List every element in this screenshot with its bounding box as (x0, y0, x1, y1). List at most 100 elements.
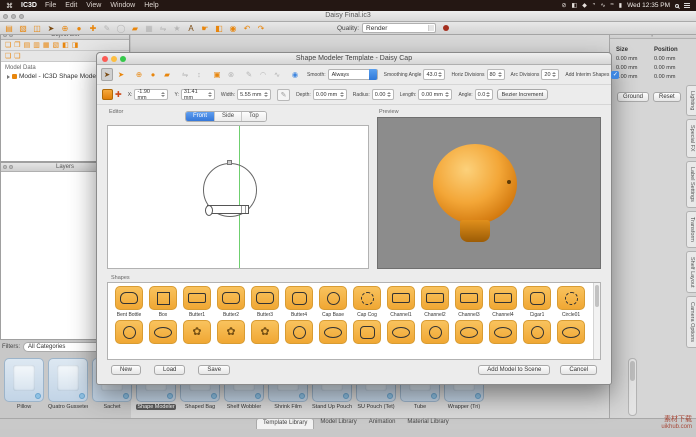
profile-cylinder[interactable] (207, 205, 249, 214)
stepper-icon[interactable] (497, 72, 502, 77)
shape-butter2[interactable]: Butter2 (214, 286, 248, 318)
depth-field[interactable]: 0.00 mm (313, 89, 347, 100)
side-tab[interactable]: Shelf Layout (686, 251, 696, 294)
smooth-point-icon[interactable]: ◉ (289, 68, 301, 81)
shape-channel3[interactable]: Channel3 (452, 286, 486, 318)
view-tab[interactable]: Top (242, 112, 266, 121)
orbit-icon[interactable]: ● (73, 23, 85, 34)
cube-icon[interactable]: ◧ (213, 23, 225, 34)
preview-canvas[interactable] (377, 117, 601, 269)
add-icon[interactable]: ✚ (87, 23, 99, 34)
width-field[interactable]: 5.55 mm (237, 89, 271, 100)
shape-channel2[interactable]: Channel2 (418, 286, 452, 318)
stepper-icon[interactable] (444, 92, 449, 97)
apple-menu-icon[interactable]: ⌘ (6, 2, 13, 10)
select-cursor-icon[interactable]: ➤ (45, 23, 57, 34)
side-tab[interactable]: Lighting (686, 85, 696, 116)
minimize-window-icon[interactable] (11, 14, 16, 19)
shape-item[interactable] (418, 320, 452, 346)
tab-animation[interactable]: Animation (363, 418, 402, 429)
app-status-icon-2[interactable]: ◆ (582, 2, 587, 9)
zoom-icon[interactable]: ⊕ (59, 23, 71, 34)
app-status-icon-1[interactable]: ◧ (572, 2, 578, 9)
shape-butter3[interactable]: Butter3 (248, 286, 282, 318)
tab-model-library[interactable]: Model Library (314, 418, 362, 429)
stepper-icon[interactable] (339, 92, 344, 97)
shape-item[interactable] (350, 320, 384, 346)
new-file-icon[interactable]: ▤ (3, 23, 15, 34)
dialog-minimize-icon[interactable] (111, 56, 117, 62)
camera-icon[interactable]: ◉ (227, 23, 239, 34)
spotlight-icon[interactable] (675, 4, 679, 8)
pen-tool-icon[interactable]: ✎ (243, 68, 255, 81)
palette-tool-icon-1[interactable]: ▤ (24, 41, 31, 49)
length-field[interactable]: 0.00 mm (418, 89, 452, 100)
menu-item[interactable]: Window (110, 2, 135, 9)
smooth-select[interactable]: Always (328, 69, 378, 80)
link-icon[interactable]: ▦ (143, 23, 155, 34)
color-swatch-icon[interactable] (102, 89, 113, 100)
shape-item[interactable] (282, 320, 316, 346)
shape-item[interactable] (554, 320, 588, 346)
shelf-scrollbar[interactable] (628, 358, 637, 416)
palette-collapse-icon[interactable] (9, 165, 13, 169)
menu-item[interactable]: View (86, 2, 101, 9)
bezier-increment-button[interactable]: Bezier Increment (497, 89, 549, 100)
curve-tool-icon[interactable]: ∿ (271, 68, 283, 81)
dialog-titlebar[interactable]: Shape Modeler Template - Daisy Cap (97, 53, 611, 65)
new-button[interactable]: New (111, 365, 141, 375)
battery-icon[interactable]: ▮ (619, 2, 622, 9)
flip-vertical-icon[interactable]: ↕ (193, 68, 205, 81)
x-field[interactable]: -1.90 mm (134, 89, 168, 100)
menu-item[interactable]: File (45, 2, 56, 9)
pen-icon[interactable]: ✎ (101, 23, 113, 34)
palette-close-icon[interactable] (3, 165, 7, 169)
smoothing-angle-field[interactable]: 43.0 (423, 69, 445, 80)
dialog-zoom-icon[interactable] (120, 56, 126, 62)
cancel-button[interactable]: Cancel (560, 365, 597, 375)
stepper-icon[interactable] (551, 72, 556, 77)
shape-item[interactable] (248, 320, 282, 346)
shape-butter1[interactable]: Butter1 (180, 286, 214, 318)
side-tab[interactable]: Label Settings (686, 161, 696, 208)
shape-butter4[interactable]: Butter4 (282, 286, 316, 318)
shape-cap-base[interactable]: Cap Base (316, 286, 350, 318)
stepper-icon[interactable] (160, 92, 165, 97)
star-icon[interactable]: ★ (171, 23, 183, 34)
add-model-to-scene-button[interactable]: Add Model to Scene (478, 365, 550, 375)
reset-button[interactable]: Reset (653, 92, 681, 102)
palette-tool-icon-2[interactable]: ▥ (33, 41, 40, 49)
menu-item[interactable]: Edit (65, 2, 77, 9)
time-machine-icon[interactable]: ◔ (592, 2, 596, 9)
group-folder-icon[interactable]: ❏ (5, 52, 11, 60)
ellipse-icon[interactable]: ◯ (115, 23, 127, 34)
shape-item[interactable] (384, 320, 418, 346)
side-tab[interactable]: Special FX (686, 119, 696, 158)
shape-item[interactable] (486, 320, 520, 346)
flip-horizontal-icon[interactable]: ⇋ (179, 68, 191, 81)
fill-swatch-icon[interactable]: ▣ (211, 68, 223, 81)
bluetooth-icon[interactable]: ∿ (600, 2, 605, 9)
angle-field[interactable]: 0.0 (475, 89, 493, 100)
save-button[interactable]: Save (198, 365, 230, 375)
stepper-icon[interactable] (386, 92, 391, 97)
delete-point-icon[interactable]: ⊗ (225, 68, 237, 81)
shape-channel4[interactable]: Channel4 (486, 286, 520, 318)
menu-clock[interactable]: Wed 12:35 PM (627, 2, 670, 9)
app-menu[interactable]: IC3D (21, 2, 37, 9)
shape-item[interactable] (214, 320, 248, 346)
editor-canvas[interactable] (107, 125, 369, 269)
add-interim-shapes-checkbox[interactable]: ✓ (611, 71, 619, 79)
zoom-window-icon[interactable] (19, 14, 24, 19)
select-tool-icon[interactable]: ➤ (101, 68, 113, 81)
undo-icon[interactable]: ↶ (241, 23, 253, 34)
ground-button[interactable]: Ground (617, 92, 649, 102)
shapes-scrollbar[interactable] (593, 283, 600, 359)
disclosure-triangle-icon[interactable] (7, 75, 10, 79)
polygon-tool-icon[interactable]: ▰ (161, 68, 173, 81)
stepper-icon[interactable] (207, 92, 212, 97)
menu-item[interactable]: Help (144, 2, 158, 9)
shape-item[interactable] (520, 320, 554, 346)
shape-box[interactable]: Box (146, 286, 180, 318)
mirror-icon[interactable]: ⇋ (157, 23, 169, 34)
